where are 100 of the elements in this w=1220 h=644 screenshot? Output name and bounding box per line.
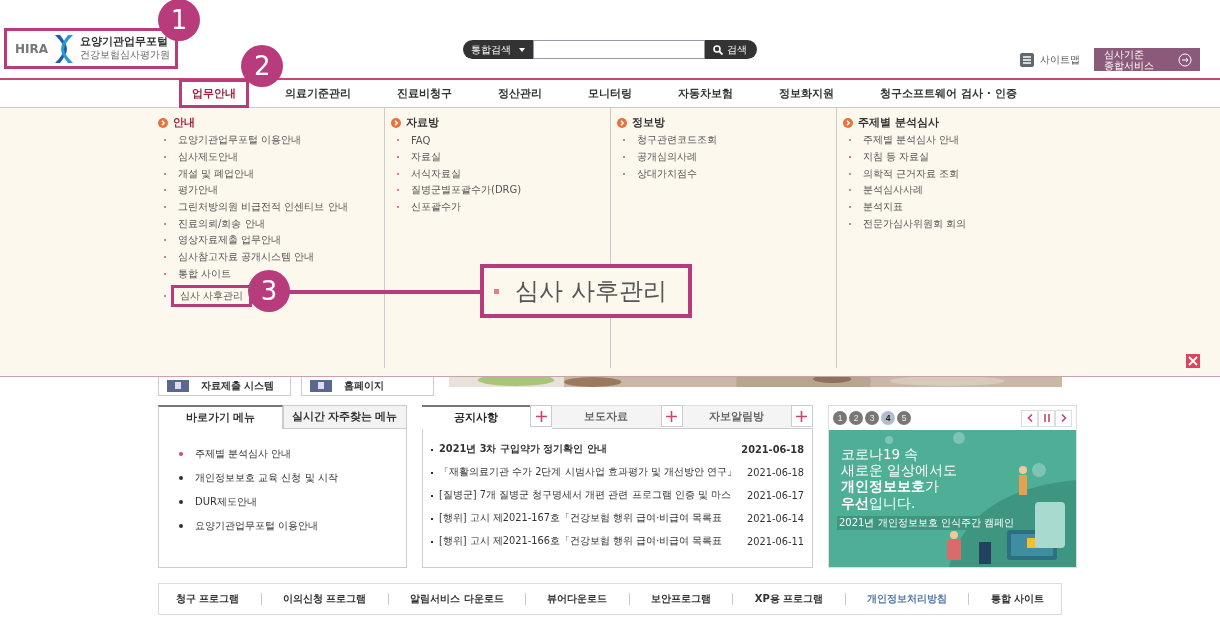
menu-item[interactable]: 자료실 [408,149,444,166]
footer-link[interactable]: 알림서비스 다운로드 [410,592,504,606]
nav-item[interactable]: 정보화지원 [769,82,845,105]
nav-item[interactable]: 정산관리 [488,82,553,105]
close-button[interactable] [1186,354,1200,368]
search-button[interactable]: 검색 [705,40,757,59]
menu-item[interactable]: 평가안내 [175,182,221,199]
menu-tab[interactable]: 바로가기 메뉴 [158,405,283,429]
more-button[interactable] [791,405,813,427]
menu-item[interactable]: 신포괄수가 [408,199,464,216]
menu-item[interactable]: 의학적 근거자료 조회 [860,165,963,182]
menu-tab[interactable]: 실시간 자주찾는 메뉴 [282,405,407,429]
menu-item[interactable]: 통합 사이트 [175,265,235,282]
search-scope-dropdown[interactable]: 통합검색 [463,40,533,59]
banner-text: 우선입니다. [841,494,917,511]
quick-link[interactable]: 개인정보보호 교육 신청 및 시작 [195,471,338,485]
news-title[interactable]: [행위] 고시 제2021-167호「건강보험 행위 급여·비급여 목록표 [439,512,742,525]
menu-item[interactable]: 영상자료제출 업무안내 [175,232,285,249]
plus-icon [666,410,678,422]
footer-link[interactable]: 청구 프로그램 [175,592,240,606]
nav-item[interactable]: 청구소프트웨어 검사 · 인증 [870,82,1027,105]
news-date: 2021-06-11 [747,536,804,547]
banner-text: 개인정보보호가 [841,478,940,495]
menu-heading[interactable]: 자료방 [406,116,439,130]
menu-item[interactable]: 심사제도안내 [175,149,241,166]
nav-item[interactable]: 자동차보험 [668,82,744,105]
more-button[interactable] [660,405,683,427]
quick-link[interactable]: 요양기관업무포털 이용안내 [195,519,319,533]
menu-item[interactable]: 전문가심사위원회 회의 [860,215,970,232]
news-date: 2021-06-18 [741,444,804,455]
menu-item[interactable]: 주제별 분석심사 안내 [860,132,963,149]
plus-icon [796,410,808,422]
pause-icon [1043,414,1050,422]
search-icon [713,44,723,55]
more-button[interactable] [530,405,553,427]
menu-item[interactable]: 서식자료실 [408,165,464,182]
page-dot[interactable]: 3 [865,411,879,425]
page-dot[interactable]: 1 [833,411,847,425]
banner-text: 코로나19 속 [841,446,920,463]
news-title[interactable]: 2021년 3차 구입약가 정기확인 안내 [439,443,736,456]
menu-item[interactable]: 분석지표 [860,199,906,216]
menu-item[interactable]: 질병군별포괄수가(DRG) [408,182,525,199]
menu-heading[interactable]: 안내 [173,116,195,130]
callout-text: 심사 사후관리 [515,276,667,307]
news-title[interactable]: 「재활의료기관 수가 2단계 시범사업 효과평가 및 개선방안 연구」 [439,466,742,479]
bullet-icon [494,288,499,294]
menu-heading[interactable]: 주제별 분석심사 [858,116,939,130]
building-icon [309,380,332,392]
sitemap-link[interactable]: 사이트맵 [1020,52,1080,67]
menu-item[interactable]: 청구관련코드조회 [634,132,720,149]
news-title[interactable]: [질병군] 7개 질병군 청구명세서 개편 관련 프로그램 인증 및 마스 [439,489,742,502]
menu-item[interactable]: 공개심의사례 [634,149,700,166]
news-date: 2021-06-18 [747,467,804,478]
logo-subtitle: 건강보험심사평가원 [80,49,171,61]
menu-item[interactable]: 상대가치점수 [634,165,700,182]
service-button[interactable]: 심사기준 종합서비스 [1094,48,1200,71]
footer-link[interactable]: 이의신청 프로그램 [282,592,367,606]
menu-item[interactable]: 그린처방의원 비급전적 인센티브 안내 [175,199,351,216]
news-date: 2021-06-14 [747,513,804,524]
previous-button[interactable] [1021,409,1038,427]
pause-button[interactable] [1038,409,1055,427]
footer-link[interactable]: 개인정보처리방침 [866,592,947,606]
arrow-icon [617,118,627,128]
nav-item[interactable]: 업무안내 [179,79,250,108]
page-dot[interactable]: 2 [849,411,863,425]
shortcut-button[interactable]: 홈페이지 [300,377,434,396]
footer-link[interactable]: XP용 프로그램 [754,592,824,606]
chevron-right-icon [1060,414,1067,422]
footer-link[interactable]: 보안프로그램 [651,592,711,606]
menu-item[interactable]: 지침 등 자료실 [860,149,933,166]
quick-link[interactable]: 주제별 분석심사 안내 [195,447,292,461]
search-field[interactable] [533,40,705,59]
nav-item[interactable]: 진료비청구 [387,82,463,105]
menu-heading[interactable]: 정보방 [632,116,665,130]
nav-item[interactable]: 모니터링 [578,82,643,105]
menu-item[interactable]: 개설 및 폐업안내 [175,165,258,182]
page-dot[interactable]: 5 [897,411,911,425]
menu-item[interactable]: 분석심사사례 [860,182,926,199]
footer-link[interactable]: 뷰어다운로드 [547,592,608,606]
news-date: 2021-06-17 [747,490,804,501]
next-button[interactable] [1055,409,1072,427]
caret-icon [519,47,525,52]
annotation-number: 3 [248,270,290,312]
arrow-icon [391,118,401,128]
logo-icon [54,33,75,64]
quick-link[interactable]: DUR제도안내 [195,495,257,509]
plus-icon [535,410,547,422]
menu-item[interactable]: 요양기관업무포털 이용안내 [175,132,305,149]
menu-item[interactable]: 진료의뢰/회송 안내 [175,215,268,232]
news-tab[interactable]: 자보알림방 [682,405,791,428]
menu-item[interactable]: 심사참고자료 공개시스템 안내 [175,249,318,266]
news-title[interactable]: [행위] 고시 제2021-166호「건강보험 행위 급여·비급여 목록표 [439,535,742,548]
footer-link[interactable]: 통합 사이트 [990,592,1045,606]
page-dot[interactable]: 4 [881,411,895,425]
logo-brand: HIRA [15,41,49,56]
news-tab[interactable]: 보도자료 [552,405,661,428]
banner-caption: 2021년 개인정보보호 인식주간 캠페인 [837,516,1016,530]
menu-item[interactable]: FAQ [408,133,434,147]
menu-item[interactable]: 심사 사후관리 [171,285,253,308]
shortcut-button[interactable]: 자료제출 시스템 [158,377,291,396]
